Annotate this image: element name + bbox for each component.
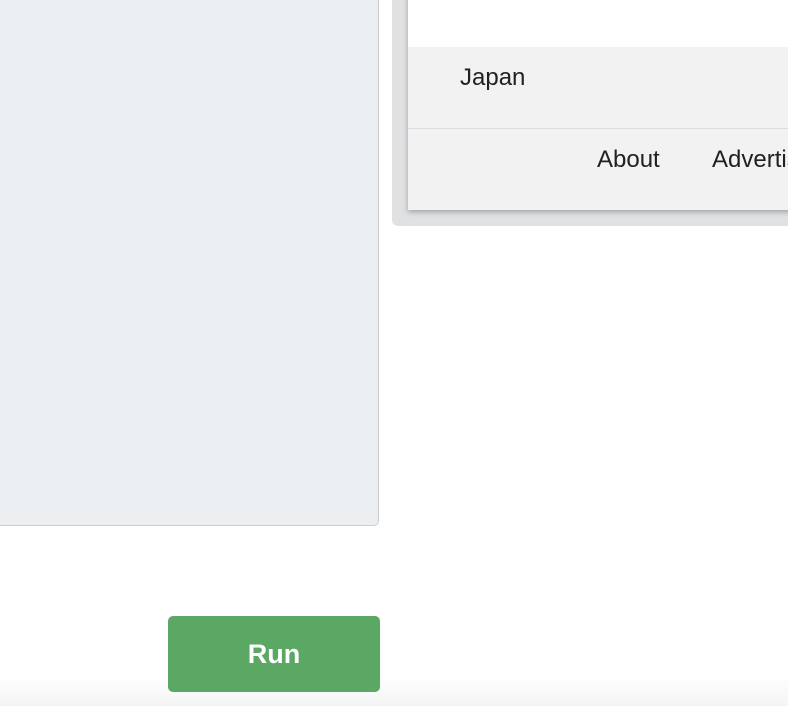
footer-link-advertising[interactable]: Advertising — [712, 146, 788, 174]
footer-links-bar: About Advertising — [408, 129, 788, 210]
tryit-editor-page: Japan About Advertising Run — [0, 0, 788, 706]
run-button[interactable]: Run — [168, 616, 380, 692]
footer-link-about[interactable]: About — [597, 146, 660, 174]
code-editor-pane[interactable] — [0, 0, 379, 526]
result-preview-page: Japan About Advertising — [408, 0, 788, 210]
bottom-toolbar — [0, 676, 788, 706]
footer-country-label: Japan — [460, 64, 526, 91]
preview-content-area — [408, 0, 788, 47]
result-preview-frame: Japan About Advertising — [392, 0, 788, 226]
footer-country-bar: Japan — [408, 47, 788, 129]
